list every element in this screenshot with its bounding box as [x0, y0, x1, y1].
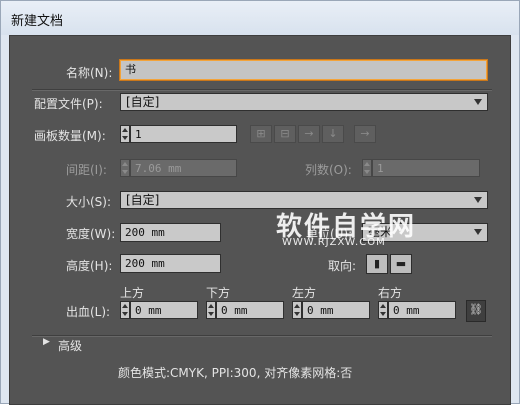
grid-by-column-icon[interactable]: ⊟ [274, 125, 296, 143]
bleed-top-stepper[interactable] [120, 301, 130, 319]
dialog-body: 名称(N): 书 配置文件(P): [自定] 画板数量(M): 1 ⊞ ⊟ → … [9, 35, 511, 405]
watermark-url: WWW.RJZXW.COM [282, 237, 386, 248]
chevron-down-icon [474, 197, 482, 203]
bleed-label: 出血(L): [66, 305, 111, 319]
bleed-left-input[interactable]: 0 mm [302, 301, 370, 319]
columns-stepper[interactable] [362, 159, 372, 177]
chevron-down-icon [474, 229, 482, 235]
name-label: 名称(N): [66, 66, 113, 80]
divider [32, 89, 492, 91]
bleed-right-stepper[interactable] [378, 301, 388, 319]
profile-dropdown[interactable]: [自定] [120, 93, 488, 111]
right-to-left-icon[interactable]: → [354, 125, 376, 143]
profile-label: 配置文件(P): [34, 97, 103, 111]
bleed-left-stepper[interactable] [292, 301, 302, 319]
artboards-stepper[interactable] [120, 125, 130, 143]
bleed-bottom-stepper[interactable] [206, 301, 216, 319]
portrait-icon[interactable]: ▮ [366, 254, 388, 274]
height-input[interactable]: 200 mm [120, 254, 221, 273]
artboards-input[interactable]: 1 [130, 125, 237, 143]
width-input[interactable]: 200 mm [120, 223, 221, 242]
advanced-toggle[interactable]: 高级 [58, 337, 82, 354]
arrange-by-column-icon[interactable]: ↓ [322, 125, 344, 143]
spacing-label: 间距(I): [66, 163, 107, 177]
divider [32, 335, 492, 337]
color-mode-summary: 颜色模式:CMYK, PPI:300, 对齐像素网格:否 [118, 366, 353, 380]
size-value: [自定] [126, 193, 160, 207]
bleed-right-input[interactable]: 0 mm [388, 301, 456, 319]
profile-value: [自定] [126, 95, 160, 109]
name-input[interactable]: 书 [120, 60, 487, 80]
orientation-label: 取向: [328, 259, 357, 273]
spacing-input[interactable]: 7.06 mm [130, 159, 237, 177]
bleed-right-label: 右方 [378, 286, 403, 300]
chevron-down-icon [474, 99, 482, 105]
arrange-by-row-icon[interactable]: → [298, 125, 320, 143]
bleed-top-label: 上方 [120, 286, 145, 300]
bleed-bottom-input[interactable]: 0 mm [216, 301, 284, 319]
grid-by-row-icon[interactable]: ⊞ [250, 125, 272, 143]
artboards-label: 画板数量(M): [34, 129, 106, 143]
width-label: 宽度(W): [66, 227, 116, 241]
bleed-top-input[interactable]: 0 mm [130, 301, 198, 319]
link-icon[interactable]: ⛓ [466, 300, 486, 322]
size-label: 大小(S): [66, 195, 112, 209]
bleed-left-label: 左方 [292, 286, 317, 300]
bleed-bottom-label: 下方 [206, 286, 231, 300]
height-label: 高度(H): [66, 259, 113, 273]
dialog-title: 新建文档 [11, 14, 64, 29]
columns-input[interactable]: 1 [372, 159, 480, 177]
landscape-icon[interactable]: ▬ [390, 254, 412, 274]
spacing-stepper[interactable] [120, 159, 130, 177]
title-bar: 新建文档 [1, 1, 519, 35]
columns-label: 列数(O): [305, 163, 352, 177]
new-document-dialog: 新建文档 名称(N): 书 配置文件(P): [自定] 画板数量(M): 1 ⊞… [0, 0, 520, 405]
expand-triangle-icon[interactable]: ▶ [43, 337, 50, 347]
